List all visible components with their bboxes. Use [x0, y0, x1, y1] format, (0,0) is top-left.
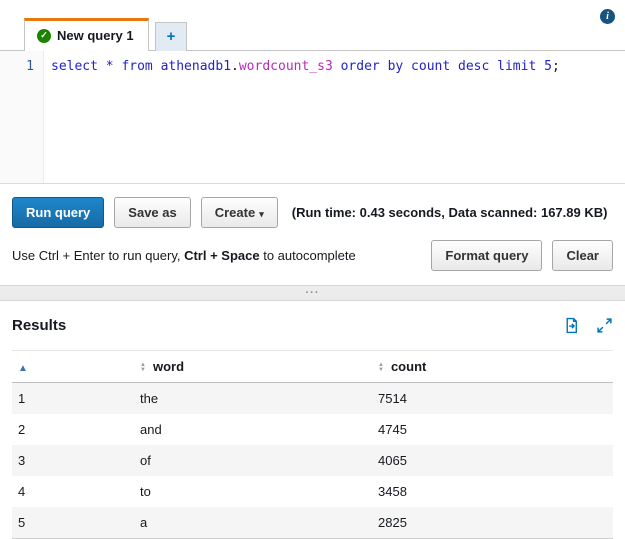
- column-header-row-number[interactable]: ▲: [12, 351, 134, 383]
- cell-count: 3458: [372, 476, 613, 507]
- sql-token: ;: [552, 59, 560, 74]
- cell-word: of: [134, 445, 372, 476]
- create-label: Create: [215, 205, 255, 220]
- sql-editor[interactable]: 1 select * from athenadb1.wordcount_s3 o…: [0, 51, 625, 184]
- tab-new-query-1[interactable]: ✓ New query 1: [24, 18, 149, 51]
- sql-token: order by count desc limit: [333, 59, 544, 74]
- row-number: 3: [12, 445, 134, 476]
- hint-prefix: Use Ctrl + Enter to run query,: [12, 248, 184, 263]
- query-status-ok-icon: ✓: [37, 29, 51, 43]
- download-results-icon[interactable]: [563, 317, 580, 334]
- tab-label: New query 1: [57, 28, 134, 43]
- format-query-button[interactable]: Format query: [431, 240, 542, 271]
- athena-query-editor: i ✓ New query 1 + 1 select * from athena…: [0, 0, 625, 539]
- table-row: 4to3458: [12, 476, 613, 507]
- clear-button[interactable]: Clear: [552, 240, 613, 271]
- results-section: Results: [0, 301, 625, 539]
- run-query-button[interactable]: Run query: [12, 197, 104, 228]
- cell-word: to: [134, 476, 372, 507]
- sql-token: athenadb1: [161, 59, 231, 74]
- table-row: 1the7514: [12, 383, 613, 415]
- shortcut-hint: Use Ctrl + Enter to run query, Ctrl + Sp…: [12, 248, 356, 263]
- editor-gutter: 1: [0, 51, 44, 183]
- sort-ascending-icon: ▲: [18, 363, 28, 374]
- results-header: Results: [12, 317, 613, 334]
- cell-count: 4745: [372, 414, 613, 445]
- column-header-word[interactable]: ▲▼ word: [134, 351, 372, 383]
- save-as-button[interactable]: Save as: [114, 197, 190, 228]
- row-number: 4: [12, 476, 134, 507]
- create-dropdown-button[interactable]: Create ▾: [201, 197, 278, 228]
- results-table-head: ▲ ▲▼ word ▲▼ count: [12, 351, 613, 383]
- line-number: 1: [26, 59, 34, 74]
- cell-count: 4065: [372, 445, 613, 476]
- sort-icon: ▲▼: [140, 363, 146, 373]
- cell-count: 2825: [372, 507, 613, 539]
- expand-results-icon[interactable]: [596, 317, 613, 334]
- row-number: 1: [12, 383, 134, 415]
- table-row: 2and4745: [12, 414, 613, 445]
- table-row: 3of4065: [12, 445, 613, 476]
- sql-line-code: select * from athenadb1.wordcount_s3 ord…: [44, 51, 625, 183]
- results-title: Results: [12, 317, 66, 334]
- results-table-body: 1the75142and47453of40654to34585a2825: [12, 383, 613, 539]
- query-toolbar-secondary: Use Ctrl + Enter to run query, Ctrl + Sp…: [0, 238, 625, 285]
- sort-icon: ▲▼: [378, 363, 384, 373]
- query-toolbar: Run query Save as Create ▾ (Run time: 0.4…: [0, 184, 625, 238]
- sql-token: select * from: [51, 59, 161, 74]
- query-tabs: ✓ New query 1 +: [0, 0, 625, 51]
- cell-word: and: [134, 414, 372, 445]
- row-number: 2: [12, 414, 134, 445]
- row-number: 5: [12, 507, 134, 539]
- column-label: count: [391, 359, 426, 374]
- run-statistics: (Run time: 0.43 seconds, Data scanned: 1…: [292, 205, 608, 220]
- drag-handle-icon: ···: [306, 287, 320, 299]
- chevron-down-icon: ▾: [259, 209, 264, 219]
- pane-splitter[interactable]: ···: [0, 285, 625, 301]
- column-header-count[interactable]: ▲▼ count: [372, 351, 613, 383]
- column-label: word: [153, 359, 184, 374]
- cell-count: 7514: [372, 383, 613, 415]
- cell-word: the: [134, 383, 372, 415]
- hint-bold: Ctrl + Space: [184, 248, 260, 263]
- results-table: ▲ ▲▼word ▲▼count 1the75142and47453of4065…: [12, 350, 613, 539]
- hint-suffix: to autocomplete: [260, 248, 356, 263]
- sql-token: 5: [544, 59, 552, 74]
- sql-token: .: [231, 59, 239, 74]
- table-row: 5a2825: [12, 507, 613, 539]
- cell-word: a: [134, 507, 372, 539]
- new-tab-button[interactable]: +: [155, 22, 188, 51]
- info-icon[interactable]: i: [600, 9, 615, 24]
- sql-token: wordcount_s3: [239, 59, 333, 74]
